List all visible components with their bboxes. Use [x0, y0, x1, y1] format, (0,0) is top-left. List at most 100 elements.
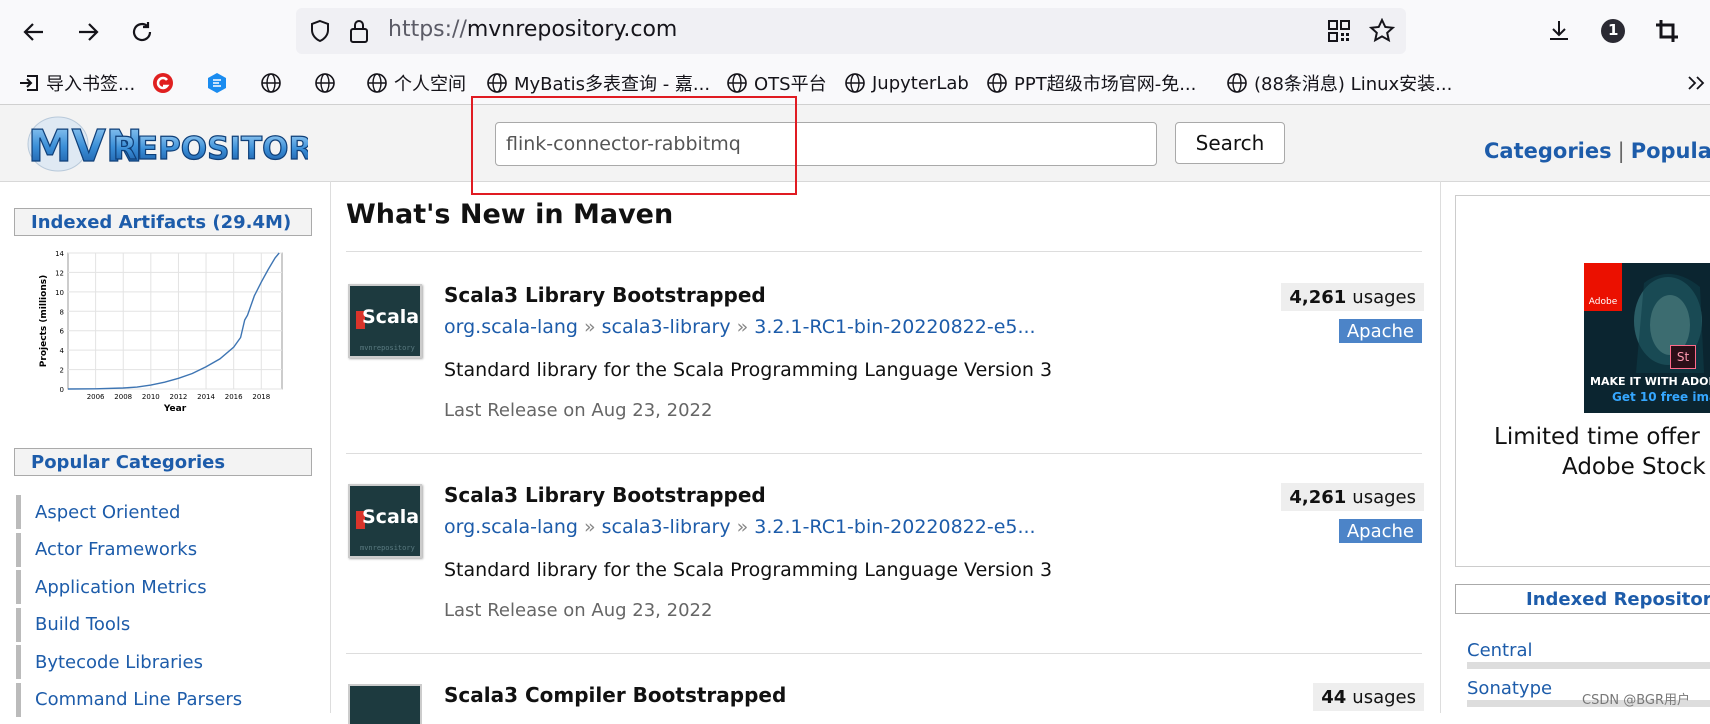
- scala-logo[interactable]: Scala mvnrepository: [348, 284, 422, 358]
- artifact-item: Scala mvnrepository Scala3 Library Boots…: [346, 483, 1424, 663]
- address-bar[interactable]: https://mvnrepository.com: [296, 8, 1406, 54]
- divider: [346, 251, 1422, 252]
- scala-logo[interactable]: [348, 684, 422, 724]
- url-text[interactable]: https://mvnrepository.com: [388, 17, 677, 42]
- browser-chrome: https://mvnrepository.com 1 导入书签... 个人空间…: [0, 0, 1710, 104]
- usages-badge[interactable]: 4,261 usages: [1281, 483, 1424, 511]
- stock-product-icon: St: [1670, 345, 1696, 369]
- account-badge[interactable]: 1: [1598, 16, 1628, 46]
- category-item[interactable]: Bytecode Libraries: [16, 645, 296, 679]
- artifact-title[interactable]: Scala3 Library Bootstrapped: [444, 483, 766, 507]
- reload-button[interactable]: [124, 14, 160, 50]
- logo-subtext: mvnrepository: [360, 544, 415, 552]
- ad-banner-line2: Get 10 free images: [1612, 390, 1710, 404]
- bookmark-label: 个人空间: [394, 74, 466, 95]
- search-input[interactable]: [495, 122, 1157, 166]
- usages-badge[interactable]: 44 usages: [1313, 683, 1424, 711]
- bookmark-item-cube[interactable]: [206, 68, 234, 98]
- chart-y-axis-label: Projects (millions): [39, 275, 49, 367]
- indexed-artifacts-chart[interactable]: 0 2 4 6 8 10 12 14 2006 2008 2010 2012 2014 2016 2018 Y…: [30, 247, 290, 423]
- indexed-artifacts-link[interactable]: Indexed Artifacts (29.4M): [14, 208, 312, 236]
- chart-x-tick-label: 2010: [142, 393, 160, 401]
- double-chevron-right-icon: [1688, 76, 1705, 90]
- bookmark-star-icon[interactable]: [1369, 18, 1395, 44]
- bookmark-item-ppt[interactable]: PPT超级市场官网-免...: [986, 68, 1196, 98]
- reload-icon: [132, 22, 152, 42]
- chart-y-tick-label: 10: [55, 289, 64, 297]
- category-item[interactable]: Aspect Oriented: [16, 495, 296, 529]
- repo-link-sonatype[interactable]: Sonatype: [1467, 678, 1552, 699]
- usages-count: 4,261: [1289, 286, 1347, 308]
- repo-link-central[interactable]: Central: [1467, 640, 1533, 661]
- usages-badge[interactable]: 4,261 usages: [1281, 283, 1424, 311]
- usages-count: 44: [1321, 686, 1347, 708]
- chart-x-tick-label: 2014: [197, 393, 215, 401]
- forward-arrow-icon: [79, 23, 99, 41]
- artifact-title[interactable]: Scala3 Library Bootstrapped: [444, 283, 766, 307]
- bookmark-label: MyBatis多表查询 - 嘉...: [514, 74, 711, 95]
- globe-icon: [987, 73, 1007, 93]
- breadcrumb-separator: »: [584, 316, 596, 338]
- category-item[interactable]: Application Metrics: [16, 570, 296, 604]
- lock-icon[interactable]: [348, 18, 370, 44]
- chart-plot-area: [67, 252, 283, 390]
- bookmarks-overflow-button[interactable]: [1686, 68, 1706, 98]
- usages-label: usages: [1352, 486, 1416, 508]
- artifact-link[interactable]: scala3-library: [602, 516, 731, 538]
- chart-x-tick-label: 2016: [225, 393, 243, 401]
- artifact-title[interactable]: Scala3 Compiler Bootstrapped: [444, 683, 786, 707]
- chart-x-tick-label: 2008: [114, 393, 132, 401]
- group-link[interactable]: org.scala-lang: [444, 516, 578, 538]
- bookmark-item-ots[interactable]: OTS平台: [726, 68, 827, 98]
- popular-categories-heading[interactable]: Popular Categories: [14, 448, 312, 476]
- badge-count: 1: [1608, 21, 1619, 39]
- chart-y-tick-label: 14: [55, 250, 64, 258]
- nav-separator: |: [1617, 139, 1625, 163]
- mvnrepository-logo[interactable]: MVN REPOSITORY: [18, 113, 308, 175]
- nav-categories-link[interactable]: Categories: [1484, 139, 1612, 163]
- ad-image[interactable]: Adobe St MAKE IT WITH ADOBE Get 10 free …: [1584, 263, 1710, 413]
- indexed-repositories-heading[interactable]: Indexed Repositories: [1455, 584, 1710, 614]
- bookmark-item-import[interactable]: 导入书签...: [18, 68, 135, 98]
- bookmark-item-jupyterlab[interactable]: JupyterLab: [844, 68, 969, 98]
- extension-button[interactable]: [1652, 16, 1682, 46]
- repo-bar: [1467, 662, 1710, 669]
- version-link[interactable]: 3.2.1-RC1-bin-20220822-e5...: [754, 516, 1035, 538]
- qr-code-icon[interactable]: [1328, 20, 1350, 42]
- logo-text: Scala: [362, 506, 420, 528]
- bookmark-item-globe-1[interactable]: [260, 68, 288, 98]
- logo-subtext: mvnrepository: [360, 344, 415, 352]
- back-button[interactable]: [16, 14, 52, 50]
- left-sidebar: Indexed Artifacts (29.4M) 0 2 4 6 8 10 12 14 200…: [0, 181, 331, 717]
- group-link[interactable]: org.scala-lang: [444, 316, 578, 338]
- bookmark-item-globe-2[interactable]: [314, 68, 342, 98]
- version-link[interactable]: 3.2.1-RC1-bin-20220822-e5...: [754, 316, 1035, 338]
- downloads-button[interactable]: [1544, 16, 1574, 46]
- usages-label: usages: [1352, 686, 1416, 708]
- usages-count: 4,261: [1289, 486, 1347, 508]
- bookmark-item-linux[interactable]: (88条消息) Linux安装...: [1226, 68, 1452, 98]
- search-button[interactable]: Search: [1175, 122, 1285, 164]
- bookmark-item-g[interactable]: [152, 68, 180, 98]
- divider: [346, 653, 1422, 654]
- artifact-description: Standard library for the Scala Programmi…: [444, 559, 1053, 581]
- shield-icon[interactable]: [308, 19, 332, 43]
- forward-button[interactable]: [70, 14, 106, 50]
- bookmark-item-personal-space[interactable]: 个人空间: [366, 68, 466, 98]
- category-item[interactable]: Build Tools: [16, 607, 296, 642]
- page-title: What's New in Maven: [346, 199, 674, 230]
- category-item[interactable]: Command Line Parsers: [16, 682, 296, 717]
- bookmark-label: OTS平台: [754, 74, 827, 95]
- artifact-coordinates: org.scala-lang» scala3-library» 3.2.1-RC1-…: [444, 516, 1036, 538]
- red-g-icon: [153, 73, 173, 93]
- bookmark-item-mybatis[interactable]: MyBatis多表查询 - 嘉...: [486, 68, 710, 98]
- scala-logo[interactable]: Scala mvnrepository: [348, 484, 422, 558]
- chart-y-tick-label: 12: [55, 269, 64, 277]
- nav-popular-link[interactable]: Popular: [1631, 139, 1710, 163]
- svg-text:REPOSITORY: REPOSITORY: [113, 131, 308, 167]
- divider: [346, 453, 1422, 454]
- advertisement[interactable]: Adobe St MAKE IT WITH ADOBE Get 10 free …: [1455, 195, 1710, 567]
- category-item[interactable]: Actor Frameworks: [16, 532, 296, 567]
- artifact-link[interactable]: scala3-library: [602, 316, 731, 338]
- back-arrow-icon: [23, 23, 43, 41]
